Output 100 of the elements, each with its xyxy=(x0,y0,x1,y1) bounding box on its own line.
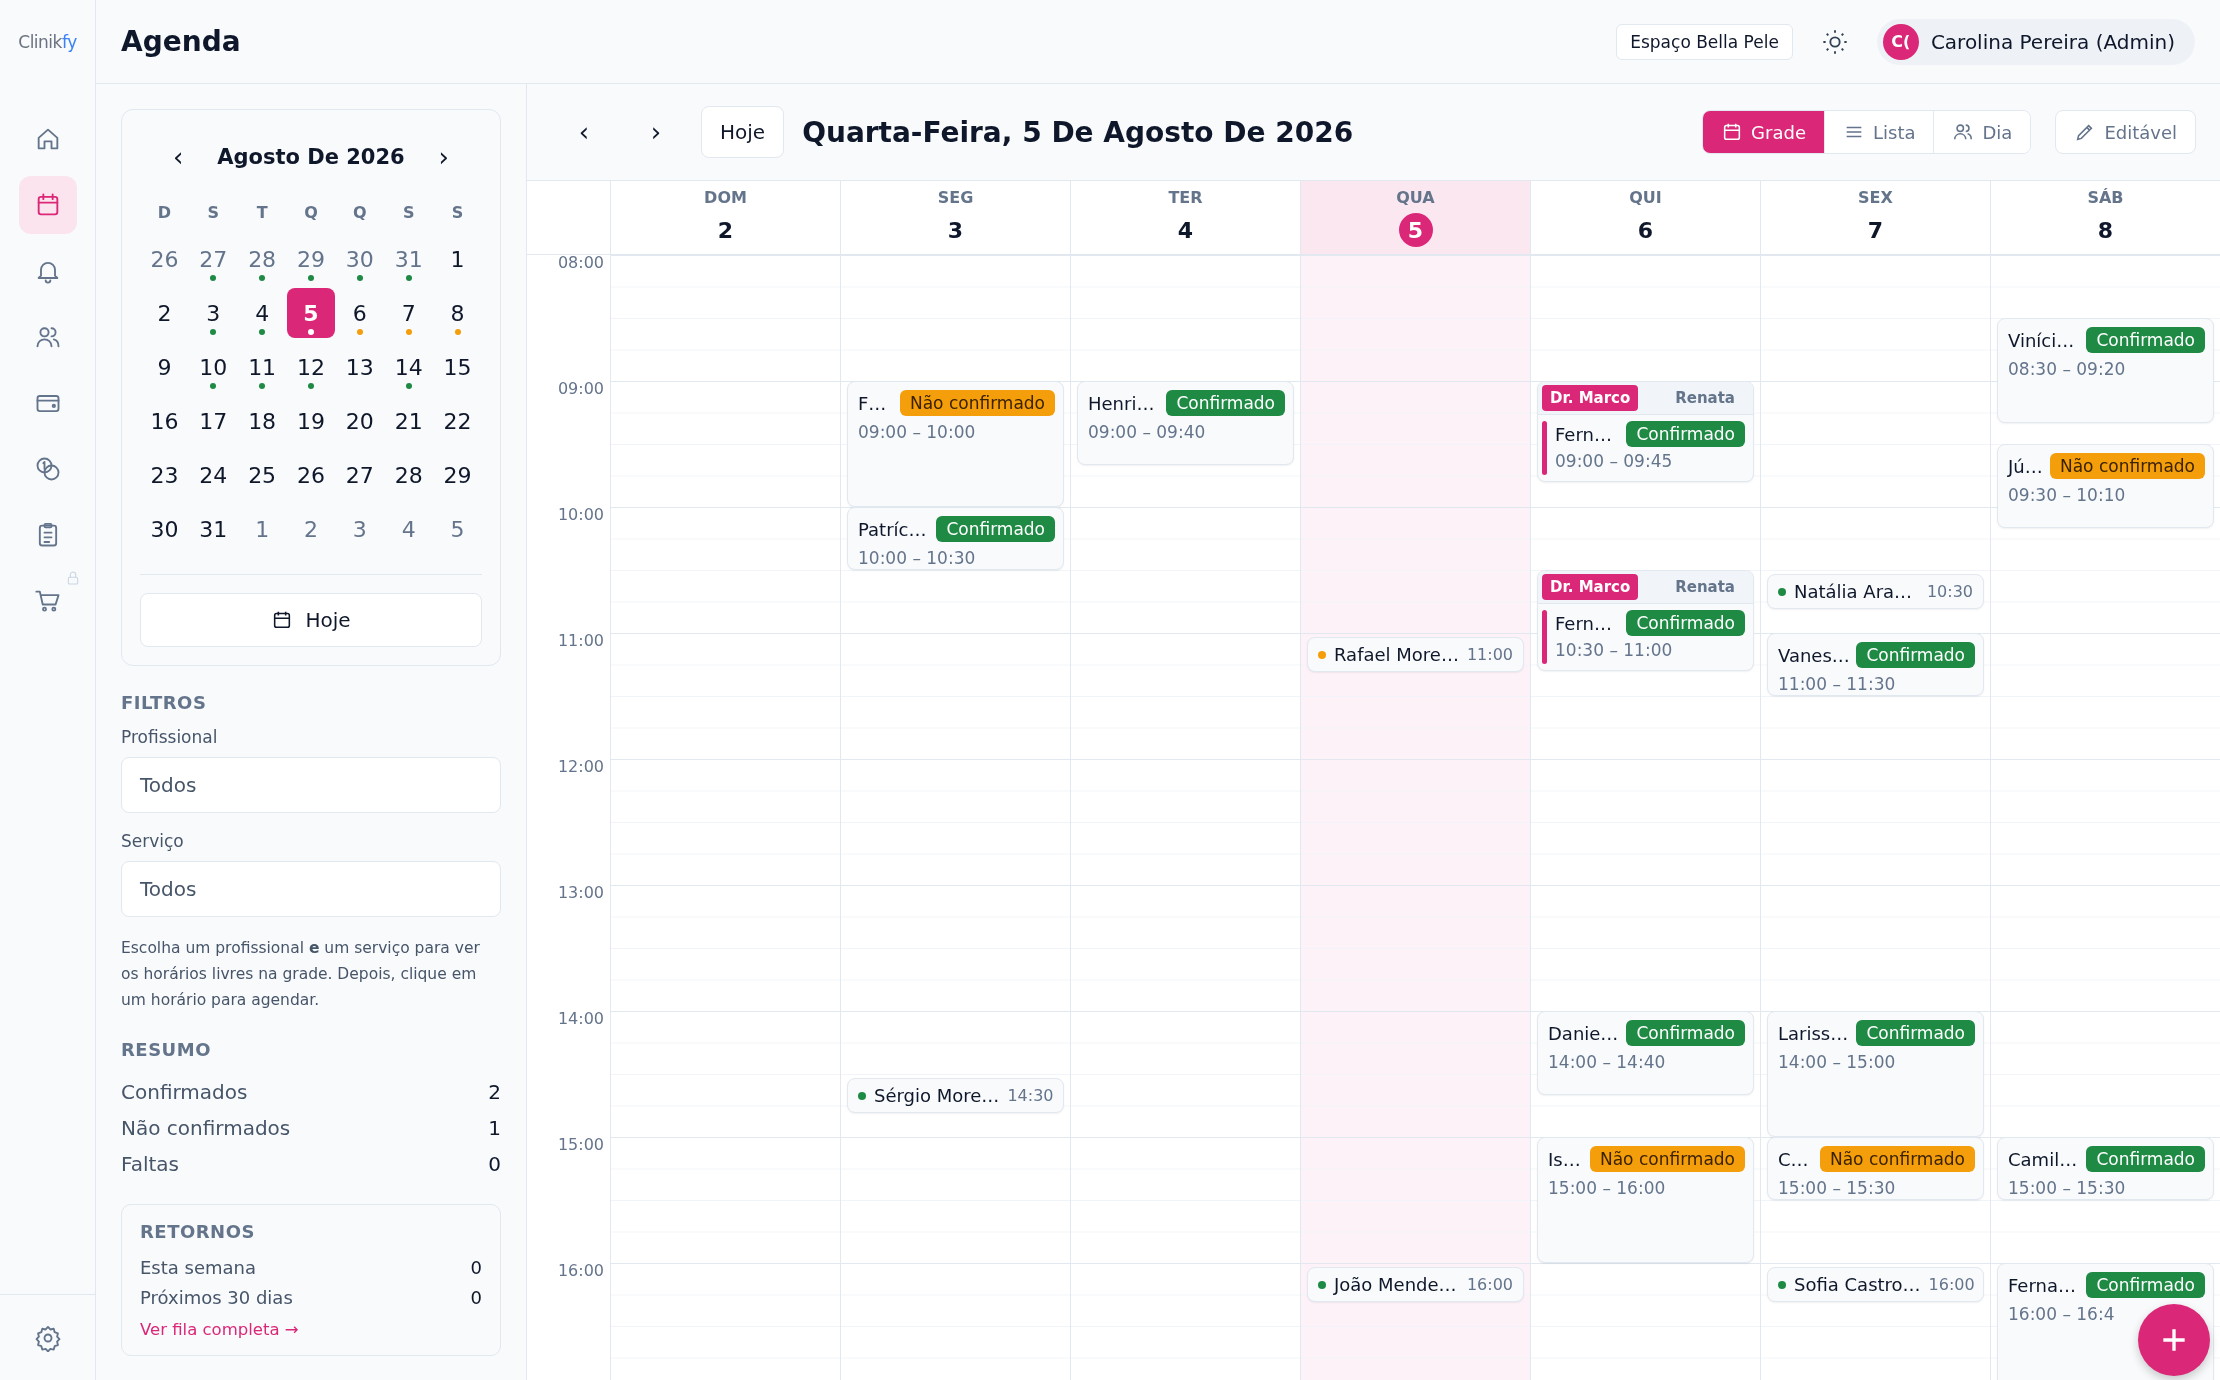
appointment-card[interactable]: Viníci… Confirmado 08:30 – 09:20 xyxy=(1997,318,2214,423)
next-month-button[interactable]: › xyxy=(430,142,457,172)
calendar-day[interactable]: 27 xyxy=(335,450,384,500)
patient-name: Natália Ara… xyxy=(1794,581,1914,602)
calendar-day[interactable]: 2 xyxy=(140,288,189,338)
calendar-day[interactable]: 28 xyxy=(238,234,287,284)
calendar-day[interactable]: 20 xyxy=(335,396,384,446)
appointment-time: 11:00 xyxy=(1466,645,1514,664)
appointment-card[interactable]: Jú… Não confirmado 09:30 – 10:10 xyxy=(1997,444,2214,528)
weekday-label: S xyxy=(451,201,464,224)
status-badge: Não confirmado xyxy=(899,390,1055,416)
calendar-day[interactable]: 8 xyxy=(433,288,482,338)
appointment-card[interactable]: Dr. Marco Renata Fern… Confirmado 09:00 – 09:45 xyxy=(1537,381,1754,482)
appointment-card[interactable]: João Mende… 16:00 xyxy=(1307,1267,1524,1302)
view-tab[interactable]: Dia xyxy=(1933,111,2031,153)
calendar-day[interactable]: 21 xyxy=(384,396,433,446)
day-name: QUA xyxy=(1396,188,1435,207)
calendar-day[interactable]: 28 xyxy=(384,450,433,500)
calendar-day[interactable]: 30 xyxy=(335,234,384,284)
appointment-card[interactable]: Henri… Confirmado 09:00 – 09:40 xyxy=(1077,381,1294,465)
appointment-card[interactable]: Natália Ara… 10:30 xyxy=(1767,574,1984,609)
calendar-day[interactable]: 25 xyxy=(238,450,287,500)
calendar-day[interactable]: 2 xyxy=(287,504,335,554)
calendar-day[interactable]: 19 xyxy=(287,396,335,446)
calendar-day[interactable]: 16 xyxy=(140,396,189,446)
appointment-card[interactable]: Sérgio More… 14:30 xyxy=(847,1078,1064,1113)
today-button[interactable]: Hoje xyxy=(140,593,482,647)
calendar-day[interactable]: 22 xyxy=(433,396,482,446)
patient-name: Patríc… xyxy=(858,518,927,540)
appointment-card[interactable]: Lariss… Confirmado 14:00 – 15:00 xyxy=(1767,1011,1984,1137)
appointment-card[interactable]: Is… Não confirmado 15:00 – 16:00 xyxy=(1537,1137,1754,1263)
weekday-label: D xyxy=(157,201,172,224)
edit-button[interactable]: Editável xyxy=(2055,110,2196,154)
calendar-day[interactable]: 14 xyxy=(384,342,433,392)
hour-label: 12:00 xyxy=(557,757,604,778)
calendar-day[interactable]: 4 xyxy=(238,288,287,338)
user-name: Carolina Pereira (Admin) xyxy=(1930,29,2175,54)
calendar-day[interactable]: 26 xyxy=(287,450,335,500)
appointment-time: 11:00 – 11:30 xyxy=(1778,674,1897,694)
appointment-card[interactable]: F… Não confirmado 09:00 – 10:00 xyxy=(847,381,1064,507)
professional-tab[interactable]: Renata xyxy=(1667,574,1743,600)
calendar-day[interactable]: 27 xyxy=(189,234,238,284)
summary-label: Confirmados xyxy=(121,1080,248,1104)
appointment-card[interactable]: Camil… Confirmado 15:00 – 15:30 xyxy=(1997,1137,2214,1200)
appointment-card[interactable]: Dr. Marco Renata Fern… Confirmado 10:30 – 11:00 xyxy=(1537,570,1754,671)
status-badge: Confirmado xyxy=(2086,1272,2205,1298)
appointment-card[interactable]: Rafael More… 11:00 xyxy=(1307,637,1524,672)
select-field[interactable]: Todos xyxy=(121,757,501,813)
professional-tab[interactable]: Dr. Marco xyxy=(1542,385,1639,411)
calendar-day[interactable]: 31 xyxy=(189,504,238,554)
returns-label: Próximos 30 dias xyxy=(140,1286,293,1308)
calendar-day[interactable]: 6 xyxy=(335,288,384,338)
calendar-day[interactable]: 10 xyxy=(189,342,238,392)
calendar-day[interactable]: 7 xyxy=(384,288,433,338)
calendar-day[interactable]: 1 xyxy=(238,504,287,554)
calendar-day[interactable]: 5 xyxy=(433,504,482,554)
previous-month-button[interactable]: ‹ xyxy=(165,142,192,172)
today-button[interactable]: Hoje xyxy=(701,106,785,158)
appointment-card[interactable]: Sofia Castro… 16:00 xyxy=(1767,1267,1984,1302)
section-heading: RESUMO xyxy=(121,1039,212,1060)
hour-label: 08:00 xyxy=(557,255,604,274)
next-button[interactable]: › xyxy=(629,116,683,148)
professional-tab[interactable]: Renata xyxy=(1667,385,1743,411)
calendar-day[interactable]: 24 xyxy=(189,450,238,500)
calendar-day[interactable]: 18 xyxy=(238,396,287,446)
select-field[interactable]: Todos xyxy=(121,861,501,917)
calendar-day[interactable]: 29 xyxy=(287,234,335,284)
calendar-day[interactable]: 1 xyxy=(433,234,482,284)
appointment-card[interactable]: Danie… Confirmado 14:00 – 14:40 xyxy=(1537,1011,1754,1095)
calendar-day[interactable]: 3 xyxy=(335,504,384,554)
queue-link[interactable]: Ver fila completa → xyxy=(140,1320,299,1339)
previous-button[interactable]: ‹ xyxy=(557,116,611,148)
calendar-day[interactable]: 9 xyxy=(140,342,189,392)
appointment-time: 10:30 – 11:00 xyxy=(1555,640,1674,660)
calendar-day[interactable]: 23 xyxy=(140,450,189,500)
view-tab[interactable]: Grade xyxy=(1703,111,1824,153)
appointment-time: 14:00 – 15:00 xyxy=(1778,1052,1897,1072)
appointment-time: 15:00 – 15:30 xyxy=(1778,1178,1897,1198)
appointment-card[interactable]: C… Não confirmado 15:00 – 15:30 xyxy=(1767,1137,1984,1200)
user-menu[interactable]: C( Carolina Pereira (Admin) xyxy=(1876,18,2195,65)
appointment-card[interactable]: Vanes… Confirmado 11:00 – 11:30 xyxy=(1767,633,1984,696)
professional-tab[interactable]: Dr. Marco xyxy=(1542,574,1639,600)
calendar-day[interactable]: 5 xyxy=(287,288,335,338)
nav-item[interactable] xyxy=(18,176,77,234)
appointment-card[interactable]: Patríc… Confirmado 10:00 – 10:30 xyxy=(847,507,1064,570)
day-name: TER xyxy=(1168,188,1203,207)
calendar-day[interactable]: 13 xyxy=(335,342,384,392)
calendar-day[interactable]: 15 xyxy=(433,342,482,392)
calendar-day[interactable]: 12 xyxy=(287,342,335,392)
appointment-time: 16:00 xyxy=(1928,1275,1975,1294)
calendar-day[interactable]: 4 xyxy=(384,504,433,554)
accent-bar xyxy=(1542,421,1547,475)
calendar-day[interactable]: 11 xyxy=(238,342,287,392)
calendar-day[interactable]: 31 xyxy=(384,234,433,284)
calendar-day[interactable]: 29 xyxy=(433,450,482,500)
calendar-day[interactable]: 26 xyxy=(140,234,189,284)
calendar-day[interactable]: 30 xyxy=(140,504,189,554)
calendar-day[interactable]: 17 xyxy=(189,396,238,446)
calendar-day[interactable]: 3 xyxy=(189,288,238,338)
sun-icon[interactable] xyxy=(1820,27,1849,56)
